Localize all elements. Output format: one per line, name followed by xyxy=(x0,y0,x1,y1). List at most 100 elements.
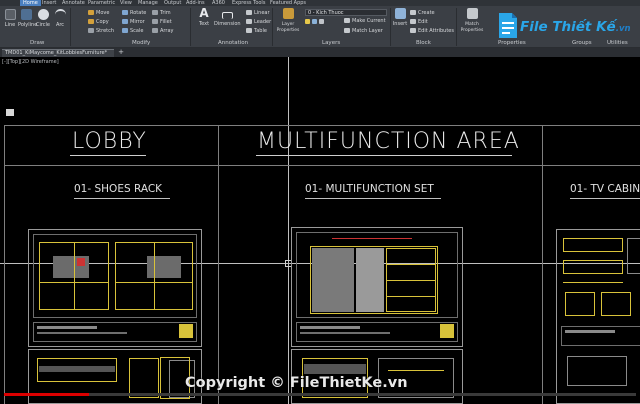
drawing-line xyxy=(74,242,75,310)
tab-output[interactable]: Output xyxy=(164,0,181,6)
tab-view[interactable]: View xyxy=(120,0,132,6)
tab-express-tools[interactable]: Express Tools xyxy=(232,0,265,6)
tab-manage[interactable]: Manage xyxy=(138,0,158,6)
subheading-multifunction-set: 01- MULTIFUNCTION SET xyxy=(305,183,434,195)
subheading-underline xyxy=(305,198,441,199)
shelf-line xyxy=(386,264,436,265)
drawing-sheet-shoes-rack[interactable] xyxy=(28,229,202,347)
drawing-canvas[interactable]: [-][Top][2D Wireframe] LOBBY 01- SHOES R… xyxy=(0,57,640,404)
linear-icon xyxy=(246,10,252,15)
edit-block-label: Edit xyxy=(418,19,428,25)
polyline-tool[interactable]: Polyline xyxy=(18,9,37,28)
edit-attributes-tool[interactable]: Edit Attributes xyxy=(410,28,454,35)
edit-block-icon xyxy=(410,19,416,24)
title-block-logo xyxy=(440,324,454,338)
tab-a360[interactable]: A360 xyxy=(212,0,225,6)
array-icon xyxy=(152,28,158,33)
brand-logo: File Thiết Kế.vn xyxy=(496,6,636,42)
video-progress-track[interactable] xyxy=(4,393,636,396)
panel-title-modify: Modify xyxy=(132,40,151,46)
layer-properties-icon xyxy=(282,8,294,19)
detail-outline xyxy=(601,292,631,316)
copy-tool[interactable]: Copy xyxy=(88,19,109,26)
ribbon: Home Insert Annotate Parametric View Man… xyxy=(0,0,640,48)
panel-title-draw: Draw xyxy=(30,40,45,46)
title-block xyxy=(561,326,640,346)
match-layer-tool[interactable]: Match Layer xyxy=(344,28,383,35)
dimension-tool[interactable]: Dimension xyxy=(214,8,241,27)
create-block-tool[interactable]: Create xyxy=(410,10,435,17)
polyline-icon xyxy=(20,9,32,20)
dimension-icon xyxy=(221,12,233,19)
rotate-label: Rotate xyxy=(130,10,147,16)
drawing-line xyxy=(154,242,155,310)
table-icon xyxy=(246,28,252,33)
make-current-icon xyxy=(344,18,350,23)
table-tool[interactable]: Table xyxy=(246,28,267,35)
drawing-sheet-multifunction[interactable] xyxy=(291,227,463,347)
layer-properties-tool[interactable]: Layer Properties xyxy=(276,8,300,33)
mirror-tool[interactable]: Mirror xyxy=(122,19,145,26)
layer-on-icon[interactable] xyxy=(305,19,310,24)
text-tool[interactable]: A Text xyxy=(196,7,212,27)
insert-tool[interactable]: Insert xyxy=(392,8,408,27)
file-tab[interactable]: TMD01_KiMaycome_KitLobbiesFurniture* xyxy=(2,49,114,57)
drawing-sheet-tv-cabinet[interactable] xyxy=(556,229,640,404)
array-label: Array xyxy=(160,28,174,34)
stretch-label: Stretch xyxy=(96,28,115,34)
rotate-tool[interactable]: Rotate xyxy=(122,10,146,17)
leader-tool[interactable]: Leader xyxy=(246,19,271,26)
circle-tool[interactable]: Circle xyxy=(35,9,51,28)
new-tab-button[interactable]: + xyxy=(117,49,125,57)
create-block-icon xyxy=(410,10,416,15)
fillet-label: Fillet xyxy=(160,19,172,25)
subheading-underline xyxy=(74,198,170,199)
table-label: Table xyxy=(254,28,267,34)
make-current-label: Make Current xyxy=(352,18,386,24)
heading-underline xyxy=(70,155,146,156)
edit-block-tool[interactable]: Edit xyxy=(410,19,428,26)
logo-file-icon xyxy=(499,13,517,38)
insert-label: Insert xyxy=(392,21,408,27)
stretch-tool[interactable]: Stretch xyxy=(88,28,114,35)
tab-featured-apps[interactable]: Featured Apps xyxy=(270,0,306,6)
make-current-tool[interactable]: Make Current xyxy=(344,18,386,25)
copy-icon xyxy=(88,19,94,24)
fillet-icon xyxy=(152,19,158,24)
viewport-controls[interactable]: [-][Top][2D Wireframe] xyxy=(2,59,59,65)
marker-red xyxy=(77,258,85,266)
logo-brand: File Thiết Kế xyxy=(520,19,616,35)
panel-title-annotation: Annotation xyxy=(218,40,249,46)
line-icon xyxy=(4,9,16,20)
dimension-label: Dimension xyxy=(214,21,241,27)
move-tool[interactable]: Move xyxy=(88,10,109,17)
array-tool[interactable]: Array xyxy=(152,28,173,35)
panel-separator xyxy=(390,8,391,46)
linear-label: Linear xyxy=(254,10,270,16)
edit-attributes-icon xyxy=(410,28,416,33)
tab-annotate[interactable]: Annotate xyxy=(62,0,85,6)
logo-text: File Thiết Kế.vn xyxy=(520,19,631,35)
trim-tool[interactable]: Trim xyxy=(152,10,171,17)
tab-parametric[interactable]: Parametric xyxy=(88,0,115,6)
tab-insert[interactable]: Insert xyxy=(42,0,56,6)
match-properties-icon xyxy=(466,8,478,19)
linear-tool[interactable]: Linear xyxy=(246,10,270,17)
title-block-text xyxy=(565,330,615,333)
match-properties-tool[interactable]: Match Properties xyxy=(460,8,484,33)
leader-label: Leader xyxy=(254,19,272,25)
match-properties-label: Match Properties xyxy=(460,22,484,33)
line-tool[interactable]: Line xyxy=(2,9,18,28)
panel-separator xyxy=(70,8,71,46)
tab-home[interactable]: Home xyxy=(20,0,41,6)
detail-outline xyxy=(565,292,595,316)
layer-freeze-icon[interactable] xyxy=(312,19,317,24)
hatch-panel xyxy=(356,248,384,312)
scale-tool[interactable]: Scale xyxy=(122,28,143,35)
arc-tool[interactable]: Arc xyxy=(52,9,68,28)
layer-lock-icon[interactable] xyxy=(319,19,324,24)
current-layer-dropdown[interactable]: 0 - Kich Thuoc xyxy=(305,9,387,16)
fillet-tool[interactable]: Fillet xyxy=(152,19,172,26)
move-label: Move xyxy=(96,10,110,16)
arc-icon xyxy=(54,9,66,20)
